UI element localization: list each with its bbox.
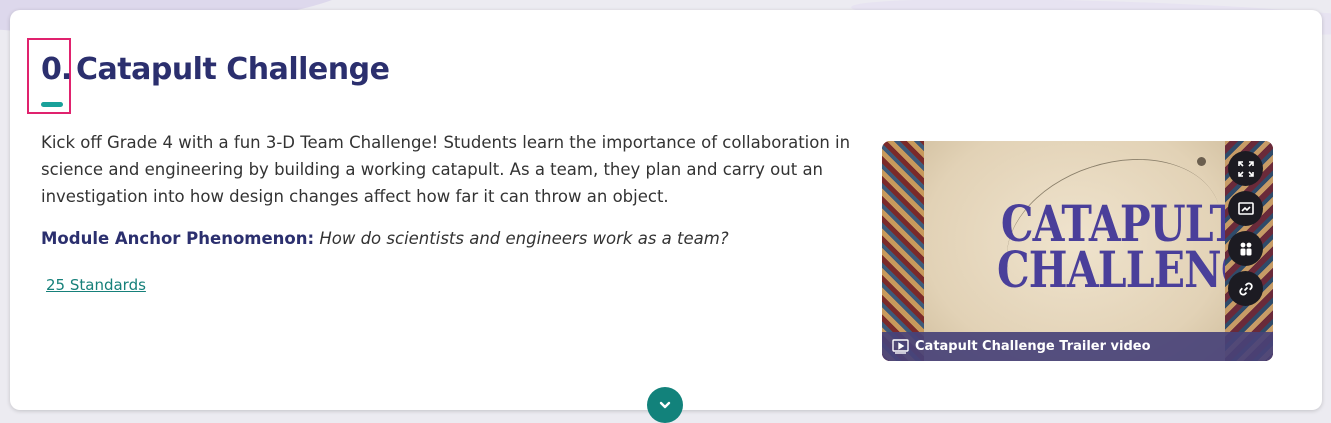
module-title: Catapult Challenge	[76, 52, 390, 87]
video-title-line2: CHALLENGE!	[997, 240, 1273, 299]
anchor-phenomenon-label: Module Anchor Phenomenon:	[41, 229, 315, 248]
anchor-phenomenon-text: How do scientists and engineers work as …	[319, 229, 729, 248]
title-underline	[41, 102, 63, 107]
standards-link[interactable]: 25 Standards	[46, 276, 146, 294]
chevron-down-icon	[659, 401, 671, 409]
video-title-art: CATAPULT CHALLENGE!	[997, 199, 1273, 299]
video-caption: Catapult Challenge Trailer video	[915, 339, 1151, 354]
module-card: 0. Catapult Challenge Kick off Grade 4 w…	[10, 10, 1322, 423]
video-caption-bar: Catapult Challenge Trailer video	[882, 332, 1273, 361]
fullscreen-button[interactable]	[1228, 151, 1263, 186]
expand-button[interactable]	[647, 387, 683, 423]
link-icon	[1238, 282, 1253, 295]
presentation-button[interactable]	[1228, 191, 1263, 226]
anchor-phenomenon: Module Anchor Phenomenon: How do scienti…	[41, 229, 729, 248]
fullscreen-icon	[1237, 160, 1254, 177]
video-parchment: CATAPULT CHALLENGE!	[924, 141, 1273, 361]
trailer-video[interactable]: CATAPULT CHALLENGE! Catapult Challenge T…	[882, 141, 1273, 361]
video-rug-left	[882, 141, 924, 361]
video-ball	[1197, 157, 1206, 166]
module-description: Kick off Grade 4 with a fun 3-D Team Cha…	[41, 133, 851, 206]
link-button[interactable]	[1228, 271, 1263, 306]
group-icon	[1240, 242, 1251, 255]
video-toolbar	[1228, 151, 1263, 306]
group-button[interactable]	[1228, 231, 1263, 266]
video-play-icon	[892, 339, 909, 354]
presentation-icon	[1237, 201, 1254, 215]
module-number: 0.	[41, 52, 72, 87]
